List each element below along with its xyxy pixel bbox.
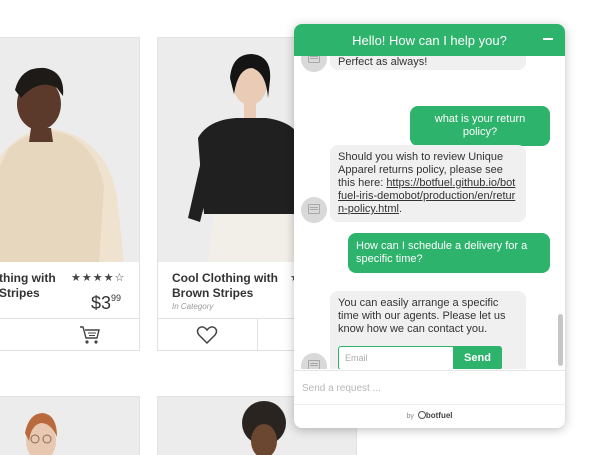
- email-field[interactable]: [338, 346, 454, 369]
- product-title-text: thing with Stripes: [0, 271, 56, 300]
- bot-avatar-icon: [301, 353, 327, 369]
- price-cents: 99: [111, 293, 122, 303]
- price-whole: $3: [91, 293, 112, 313]
- message-text: You can easily arrange a specific time w…: [338, 297, 506, 335]
- footer-brand: botfuel: [425, 411, 453, 420]
- message-list[interactable]: Perfect as always! what is your return p…: [294, 56, 565, 369]
- bot-message: Should you wish to review Unique Apparel…: [330, 145, 526, 222]
- powered-by-footer[interactable]: by botfuel: [294, 404, 565, 428]
- send-button[interactable]: Send: [453, 346, 502, 369]
- chat-title: Hello! How can I help you?: [352, 33, 507, 48]
- footer-by-text: by: [406, 413, 414, 420]
- product-actions: [0, 318, 139, 350]
- composer: [294, 370, 565, 404]
- rating-stars: ★★★★☆: [71, 272, 126, 284]
- product-price: $399: [91, 293, 121, 314]
- page: thing with Stripes ★★★★☆ $399 Cool Cloth…: [0, 0, 592, 455]
- product-card[interactable]: [0, 396, 140, 455]
- action-divider: [257, 319, 258, 350]
- product-image[interactable]: [0, 397, 139, 455]
- bot-avatar-icon: [301, 197, 327, 223]
- bot-message: Perfect as always!: [330, 56, 526, 70]
- message-text: .: [398, 203, 402, 215]
- request-input[interactable]: [302, 379, 557, 397]
- heart-icon[interactable]: [196, 325, 218, 345]
- botfuel-logo-icon: [417, 411, 426, 419]
- chat-header[interactable]: Hello! How can I help you?: [294, 24, 565, 56]
- product-category[interactable]: In Category: [172, 302, 213, 311]
- bot-avatar-icon: [301, 56, 327, 72]
- product-card[interactable]: thing with Stripes ★★★★☆ $399: [0, 37, 140, 351]
- cart-icon[interactable]: [79, 325, 101, 345]
- product-image[interactable]: [0, 38, 139, 262]
- minimize-icon[interactable]: [541, 32, 555, 46]
- user-message: How can I schedule a delivery for a spec…: [348, 233, 550, 273]
- scrollbar[interactable]: [558, 314, 563, 366]
- product-title[interactable]: Cool Clothing with Brown Stripes: [172, 271, 282, 301]
- chat-widget: Hello! How can I help you? Perfect as al…: [294, 24, 565, 428]
- user-message: what is your return policy?: [410, 106, 550, 146]
